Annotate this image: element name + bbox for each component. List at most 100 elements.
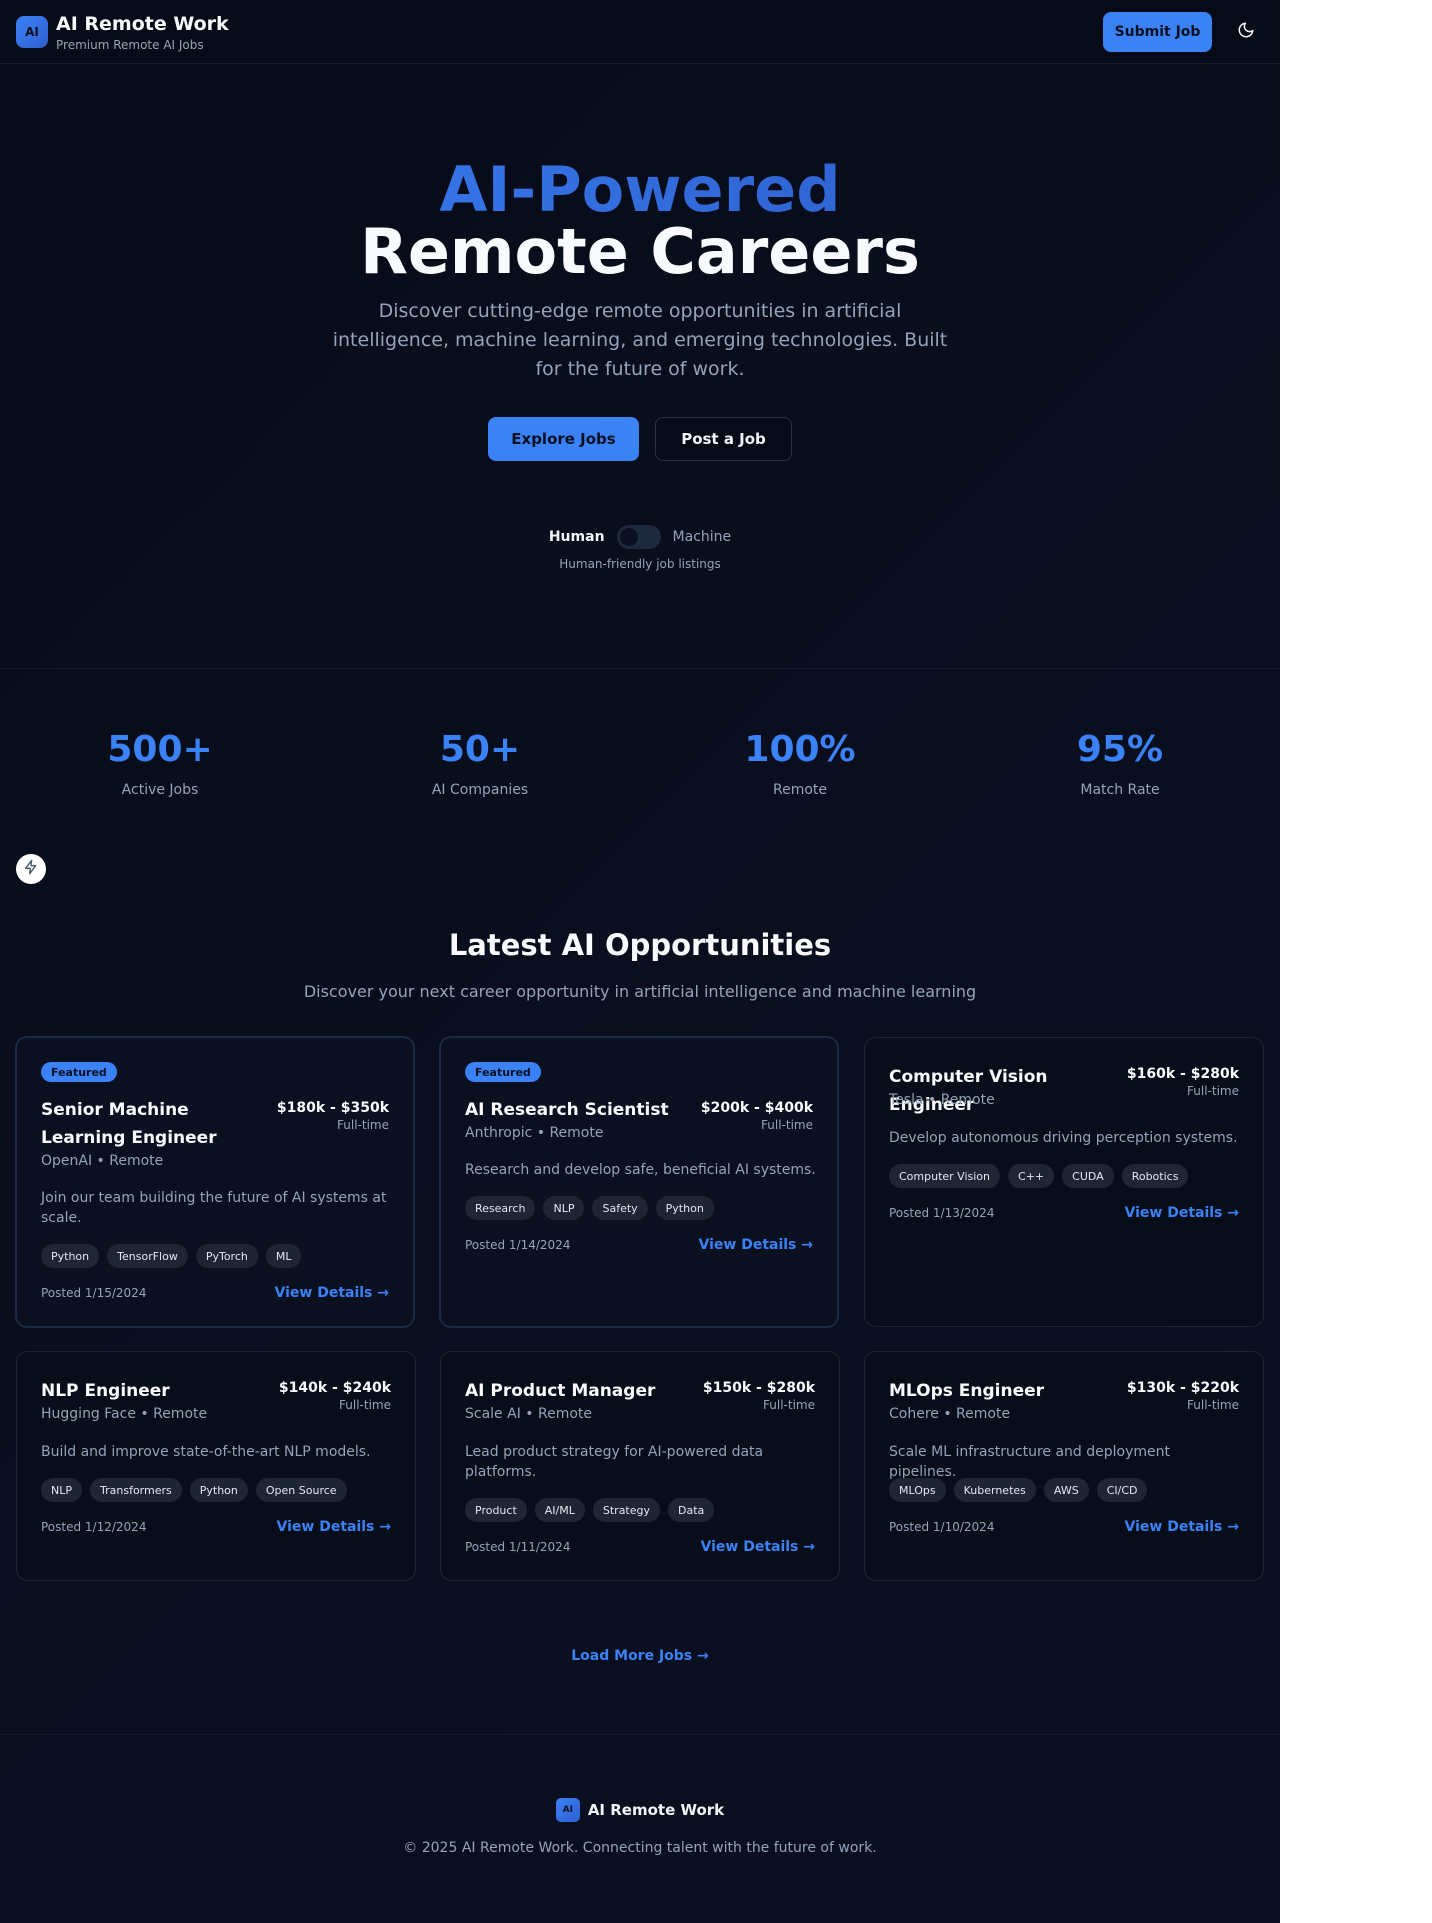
footer-brand: AI AI Remote Work bbox=[0, 1798, 1280, 1822]
job-card[interactable]: AI Product Manager $150k - $280k Full-ti… bbox=[440, 1351, 840, 1581]
job-tag: Python bbox=[41, 1244, 100, 1268]
job-salary: $180k - $350k bbox=[276, 1100, 389, 1116]
stat-value: 500+ bbox=[107, 729, 213, 770]
job-tag: NLP bbox=[543, 1196, 585, 1220]
view-details-link[interactable]: View Details → bbox=[1125, 1205, 1239, 1221]
hero-title: Remote Careers bbox=[360, 215, 920, 288]
job-salary: $130k - $220k bbox=[1126, 1380, 1239, 1396]
job-company: Hugging Face • Remote bbox=[41, 1406, 208, 1422]
job-description: Lead product strategy for AI-powered dat… bbox=[465, 1444, 764, 1480]
stat-value: 95% bbox=[1076, 729, 1164, 770]
stat-active-jobs: 500+ Active Jobs bbox=[0, 728, 320, 798]
footer-copyright: © 2025 AI Remote Work. Connecting talent… bbox=[403, 1840, 877, 1856]
job-tag: NLP bbox=[41, 1478, 82, 1502]
job-tag: Python bbox=[189, 1478, 248, 1502]
job-tag: CUDA bbox=[1062, 1164, 1114, 1188]
job-posted-date: Posted 1/14/2024 bbox=[465, 1238, 571, 1252]
job-posted-date: Posted 1/15/2024 bbox=[41, 1286, 147, 1300]
job-title[interactable]: AI Product Manager bbox=[465, 1377, 695, 1405]
post-job-button[interactable]: Post a Job bbox=[655, 417, 792, 461]
view-details-link[interactable]: View Details → bbox=[275, 1285, 389, 1301]
job-type: Full-time bbox=[763, 1398, 815, 1412]
job-tag: AWS bbox=[1043, 1478, 1089, 1502]
stat-match-rate: 95% Match Rate bbox=[960, 728, 1280, 798]
job-description: Build and improve state-of-the-art NLP m… bbox=[41, 1444, 371, 1460]
stat-value: 50+ bbox=[439, 729, 521, 770]
footer-divider bbox=[0, 1734, 1280, 1735]
view-details-link[interactable]: View Details → bbox=[1125, 1519, 1239, 1535]
job-company: Tesla • Remote bbox=[889, 1092, 995, 1108]
stat-label: AI Companies bbox=[431, 782, 529, 798]
explore-jobs-button[interactable]: Explore Jobs bbox=[488, 417, 639, 461]
site-header: AI AI Remote Work Premium Remote AI Jobs… bbox=[0, 0, 1280, 64]
job-salary: $160k - $280k bbox=[1126, 1066, 1239, 1082]
job-description: Scale ML infrastructure and deployment p… bbox=[889, 1444, 1170, 1480]
stat-label: Remote bbox=[772, 782, 828, 798]
job-type: Full-time bbox=[1187, 1398, 1239, 1412]
jobs-section-subtitle: Discover your next career opportunity in… bbox=[303, 982, 977, 1001]
load-more-jobs-link[interactable]: Load More Jobs → bbox=[571, 1648, 709, 1664]
toggle-hint: Human-friendly job listings bbox=[559, 557, 721, 571]
job-description: Develop autonomous driving perception sy… bbox=[889, 1130, 1238, 1146]
stat-label: Match Rate bbox=[1080, 782, 1160, 798]
brand-title[interactable]: AI Remote Work bbox=[56, 13, 229, 35]
stat-ai-companies: 50+ AI Companies bbox=[320, 728, 640, 798]
job-tag: Transformers bbox=[90, 1478, 182, 1502]
job-posted-date: Posted 1/12/2024 bbox=[41, 1520, 147, 1534]
job-title[interactable]: NLP Engineer bbox=[41, 1377, 271, 1405]
job-tags: Python TensorFlow PyTorch ML bbox=[41, 1244, 302, 1268]
job-tags: MLOps Kubernetes AWS CI/CD bbox=[889, 1478, 1148, 1502]
footer-brand-name: AI Remote Work bbox=[587, 1801, 725, 1819]
stat-value: 100% bbox=[744, 729, 856, 770]
job-tag: Data bbox=[668, 1498, 715, 1522]
job-title[interactable]: Computer Vision Engineer bbox=[889, 1063, 1119, 1119]
job-company: Cohere • Remote bbox=[889, 1406, 1011, 1422]
job-posted-date: Posted 1/10/2024 bbox=[889, 1520, 995, 1534]
job-card[interactable]: Featured Senior Machine Learning Enginee… bbox=[15, 1036, 415, 1328]
job-card[interactable]: Computer Vision Engineer $160k - $280k F… bbox=[864, 1037, 1264, 1327]
toggle-label-machine: Machine bbox=[672, 529, 732, 545]
job-tag: AI/ML bbox=[534, 1498, 585, 1522]
job-card[interactable]: NLP Engineer $140k - $240k Full-time Hug… bbox=[16, 1351, 416, 1581]
brand-subtitle: Premium Remote AI Jobs bbox=[56, 38, 204, 52]
moon-icon bbox=[1237, 21, 1255, 43]
job-tags: Computer Vision C++ CUDA Robotics bbox=[889, 1164, 1189, 1188]
job-title[interactable]: AI Research Scientist bbox=[465, 1096, 695, 1124]
load-more-row: Load More Jobs → bbox=[0, 1648, 1280, 1664]
job-tag: CI/CD bbox=[1096, 1478, 1148, 1502]
job-tag: Safety bbox=[592, 1196, 648, 1220]
floating-action-button[interactable] bbox=[16, 854, 46, 884]
job-card[interactable]: Featured AI Research Scientist $200k - $… bbox=[439, 1036, 839, 1328]
jobs-section-title: Latest AI Opportunities bbox=[448, 928, 832, 962]
job-tags: NLP Transformers Python Open Source bbox=[41, 1478, 347, 1502]
job-tag: Strategy bbox=[592, 1498, 661, 1522]
job-type: Full-time bbox=[1187, 1084, 1239, 1098]
job-description: Join our team building the future of AI … bbox=[41, 1190, 387, 1226]
human-machine-toggle[interactable] bbox=[616, 525, 661, 549]
job-tag: MLOps bbox=[889, 1478, 946, 1502]
view-details-link[interactable]: View Details → bbox=[277, 1519, 391, 1535]
job-tags: Product AI/ML Strategy Data bbox=[465, 1498, 715, 1522]
job-title[interactable]: MLOps Engineer bbox=[889, 1377, 1119, 1405]
job-description: Research and develop safe, beneficial AI… bbox=[465, 1162, 816, 1178]
featured-badge: Featured bbox=[465, 1062, 541, 1082]
section-divider bbox=[0, 668, 1280, 669]
stat-remote: 100% Remote bbox=[640, 728, 960, 798]
job-tag: Open Source bbox=[255, 1478, 347, 1502]
job-tag: ML bbox=[265, 1244, 302, 1268]
view-details-link[interactable]: View Details → bbox=[699, 1237, 813, 1253]
toggle-label-human: Human bbox=[548, 529, 605, 545]
submit-job-button[interactable]: Submit Job bbox=[1103, 12, 1212, 52]
featured-badge: Featured bbox=[41, 1062, 117, 1082]
job-title[interactable]: Senior Machine Learning Engineer bbox=[41, 1096, 271, 1152]
lightning-icon bbox=[23, 859, 39, 879]
job-tag: TensorFlow bbox=[107, 1244, 188, 1268]
logo-mark[interactable]: AI bbox=[16, 16, 48, 48]
theme-toggle-button[interactable] bbox=[1230, 16, 1262, 48]
job-posted-date: Posted 1/11/2024 bbox=[465, 1540, 571, 1554]
job-card[interactable]: MLOps Engineer $130k - $220k Full-time C… bbox=[864, 1351, 1264, 1581]
job-salary: $200k - $400k bbox=[700, 1100, 813, 1116]
view-details-link[interactable]: View Details → bbox=[701, 1539, 815, 1555]
job-company: Anthropic • Remote bbox=[465, 1125, 604, 1141]
job-tag: C++ bbox=[1008, 1164, 1055, 1188]
